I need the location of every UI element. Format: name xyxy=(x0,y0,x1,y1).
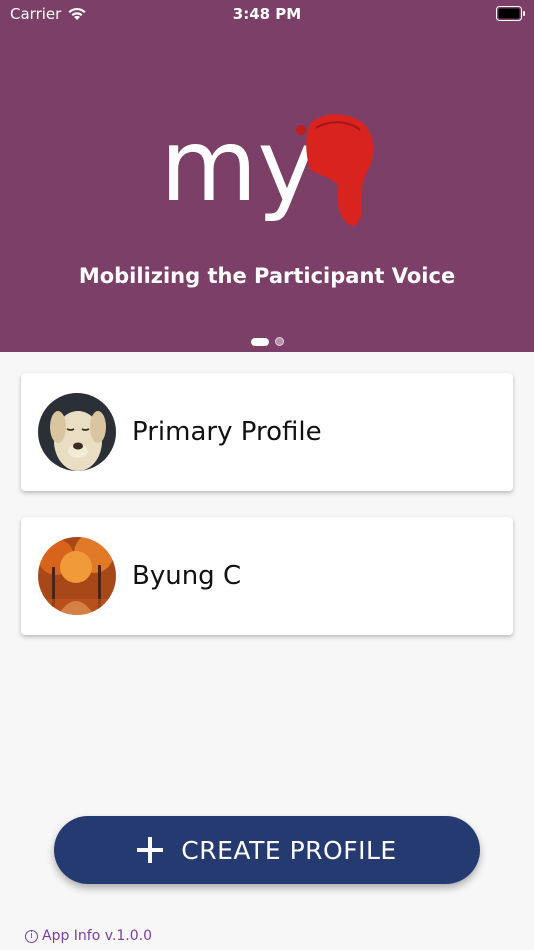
status-bar: Carrier 3:48 PM xyxy=(0,0,534,28)
app-logo: my xyxy=(160,108,374,226)
hero-banner[interactable]: Carrier 3:48 PM my Mobilizing the Partic… xyxy=(0,0,534,352)
tagline: Mobilizing the Participant Voice xyxy=(78,264,456,288)
profile-card-primary[interactable]: Primary Profile xyxy=(21,373,513,491)
clock: 3:48 PM xyxy=(232,5,302,23)
page-dot[interactable] xyxy=(274,337,284,346)
avatar xyxy=(38,393,116,471)
dog-photo-icon xyxy=(38,393,116,471)
plus-icon xyxy=(137,837,164,863)
create-profile-button[interactable]: CREATE PROFILE xyxy=(54,816,480,884)
page-dot-active[interactable] xyxy=(250,337,269,346)
profile-name: Byung C xyxy=(132,561,242,591)
battery-icon xyxy=(496,6,525,21)
svg-text:my: my xyxy=(160,108,317,224)
profile-card-byung[interactable]: Byung C xyxy=(21,517,513,635)
page-indicator[interactable] xyxy=(0,337,534,346)
profile-name: Primary Profile xyxy=(132,417,322,447)
app-info-label: App Info v.1.0.0 xyxy=(42,928,153,944)
info-icon: i xyxy=(25,929,38,943)
avatar xyxy=(38,537,116,615)
autumn-forest-photo-icon xyxy=(38,537,116,615)
create-profile-label: CREATE PROFILE xyxy=(181,835,397,865)
app-info-link[interactable]: i App Info v.1.0.0 xyxy=(25,928,152,944)
